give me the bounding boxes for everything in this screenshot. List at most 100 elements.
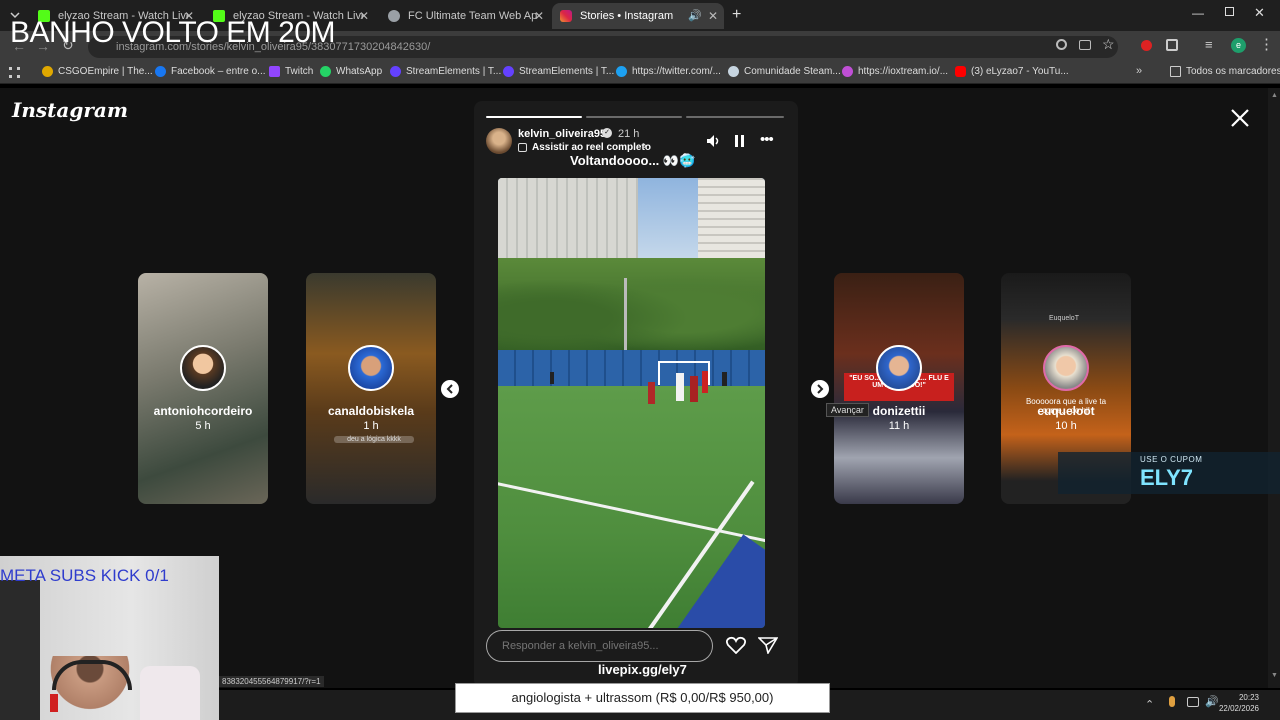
cast-icon[interactable] — [1079, 40, 1091, 50]
stream-overlay-text: BANHO VOLTO EM 20M — [10, 16, 335, 49]
bookmark-item[interactable]: StreamElements | T... — [390, 66, 501, 77]
bookmark-item[interactable]: WhatsApp — [320, 66, 382, 77]
mic-icon[interactable] — [1169, 696, 1175, 707]
scrollbar[interactable]: ▲ ▼ — [1268, 88, 1280, 688]
story-username: antoniohcordeiro — [153, 404, 253, 418]
globe-icon — [388, 10, 400, 22]
steam-icon — [728, 66, 739, 77]
story-progress-bar — [586, 116, 682, 118]
close-icon[interactable] — [1228, 106, 1252, 130]
profile-avatar[interactable]: e — [1231, 38, 1246, 53]
story-preview-donizettii[interactable]: "EU SO... MAS A TOR... FLU E UM ABSURDO!… — [834, 273, 964, 504]
tab-instagram-stories[interactable]: Stories • Instagram 🔊 ✕ — [552, 3, 724, 29]
avatar — [180, 345, 226, 391]
folder-icon — [1170, 66, 1181, 77]
coupon-code: ELY7 — [1140, 465, 1194, 490]
story-preview-antoniohcordeiro[interactable]: antoniohcordeiro 5 h — [138, 273, 268, 504]
bookmark-item[interactable]: StreamElements | T... — [503, 66, 614, 77]
building — [698, 178, 765, 258]
close-icon[interactable]: ✕ — [708, 9, 718, 23]
speaker-icon[interactable]: 🔊 — [688, 9, 702, 22]
apps-grid-icon[interactable] — [9, 67, 20, 78]
bookmark-item[interactable]: CSGOEmpire | The... — [42, 66, 153, 77]
restore-button[interactable] — [1225, 7, 1234, 16]
clock-date: 22/02/2026 — [1218, 704, 1259, 713]
reel-link-icon — [518, 143, 527, 152]
close-icon[interactable]: ✕ — [534, 9, 544, 23]
verified-badge-icon: ✓ — [602, 128, 612, 138]
player — [690, 376, 698, 402]
new-tab-button[interactable]: + — [732, 6, 741, 24]
bookmark-item[interactable]: Twitch — [269, 66, 313, 77]
twitch-icon — [269, 66, 280, 77]
send-icon[interactable] — [757, 636, 779, 659]
story-preview-canaldobiskela[interactable]: canaldobiskela 1 h deu a lógica kkkk — [306, 273, 436, 504]
story-username: euqueloot — [1037, 404, 1095, 418]
minimize-button[interactable]: — — [1192, 6, 1204, 20]
bookmarks-bar: CSGOEmpire | The... Facebook – entre o..… — [0, 62, 1280, 84]
coupon-overlay: USE O CUPOM ELY7 — [1058, 452, 1280, 494]
story-time: 10 h — [1055, 420, 1077, 432]
instagram-icon — [560, 10, 572, 22]
tab-fc-web-app[interactable]: FC Ultimate Team Web App - E ✕ — [380, 3, 550, 29]
reel-link[interactable]: Assistir ao reel completo — [532, 142, 651, 153]
pause-icon[interactable] — [734, 134, 746, 153]
zoom-icon[interactable] — [1056, 39, 1067, 50]
curtain — [0, 580, 40, 720]
volume-icon[interactable] — [706, 134, 720, 153]
trees — [498, 258, 765, 358]
bookmark-item[interactable]: Comunidade Steam... — [728, 66, 841, 77]
story-time: 21 h — [618, 128, 640, 140]
more-options-icon[interactable]: ••• — [760, 131, 774, 148]
chevron-right-icon[interactable]: » — [1136, 65, 1142, 77]
avatar — [348, 345, 394, 391]
heart-icon[interactable] — [725, 636, 747, 659]
coupon-label: USE O CUPOM — [1140, 455, 1203, 464]
player — [648, 382, 655, 404]
tab-title: FC Ultimate Team Web App - E — [408, 10, 538, 22]
story-username[interactable]: kelvin_oliveira95 — [518, 128, 606, 140]
chevron-right-icon: › — [643, 140, 647, 152]
csgoempire-icon — [42, 66, 53, 77]
player — [722, 372, 727, 386]
twitter-icon — [616, 66, 627, 77]
clock-time: 20:23 — [1238, 693, 1259, 702]
next-story-button[interactable] — [811, 380, 829, 398]
media-control-icon[interactable]: ≡ — [1205, 37, 1213, 52]
bookmark-item[interactable]: https://twitter.com/... — [616, 66, 721, 77]
story-progress-bar — [486, 116, 582, 118]
menu-kebab-icon[interactable]: ⋮ — [1259, 35, 1274, 53]
tab-title: Stories • Instagram — [580, 10, 674, 22]
player — [702, 371, 708, 393]
bookmark-star-icon[interactable]: ☆ — [1102, 36, 1115, 53]
story-progress-bar — [686, 116, 784, 118]
story-caption: Voltandoooo... 👀🥶 — [570, 153, 696, 168]
extension-red-icon[interactable] — [1141, 40, 1152, 51]
bookmark-item[interactable]: (3) eLyzao7 - YouTu... — [955, 66, 1069, 77]
bookmark-item[interactable]: Facebook – entre o... — [155, 66, 266, 77]
brand-label: EuqueloT — [1049, 315, 1079, 322]
close-icon[interactable]: ✕ — [359, 9, 369, 23]
whatsapp-icon — [320, 66, 331, 77]
network-icon[interactable] — [1187, 697, 1199, 707]
gaming-chair — [140, 666, 200, 720]
reply-input[interactable] — [486, 630, 713, 662]
livepix-link: livepix.gg/ely7 — [598, 662, 687, 677]
avatar — [876, 345, 922, 391]
streamelements-icon — [503, 66, 514, 77]
story-caption: deu a lógica kkkk — [334, 436, 414, 443]
instagram-logo[interactable]: Instagram — [12, 98, 128, 122]
story-video[interactable] — [498, 178, 765, 628]
bookmark-item[interactable]: https://ioxtream.io/... — [842, 66, 948, 77]
youtube-icon — [955, 66, 966, 77]
all-bookmarks-folder[interactable]: Todos os marcadores — [1170, 66, 1280, 77]
window-close-button[interactable]: ✕ — [1254, 5, 1265, 21]
story-time: 11 h — [888, 420, 910, 432]
player — [550, 372, 554, 384]
tray-chevron-icon[interactable]: ⌃ — [1145, 698, 1154, 711]
previous-story-button[interactable] — [441, 380, 459, 398]
facebook-icon — [155, 66, 166, 77]
avatar[interactable] — [486, 128, 512, 154]
extensions-puzzle-icon[interactable] — [1166, 39, 1178, 51]
player — [676, 373, 684, 401]
